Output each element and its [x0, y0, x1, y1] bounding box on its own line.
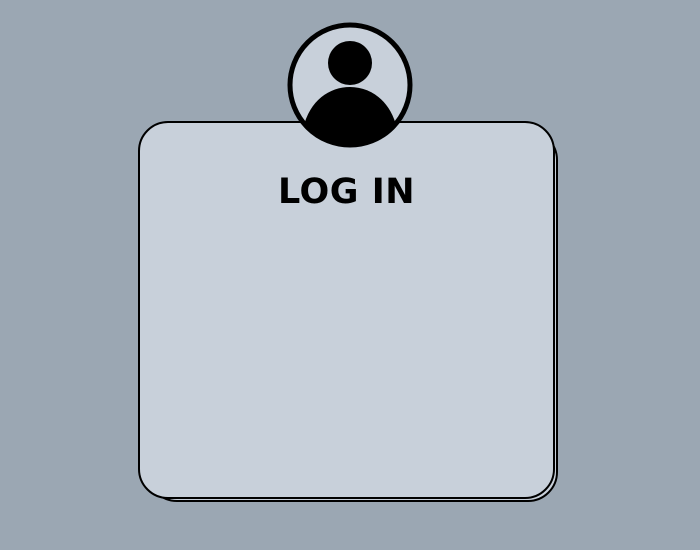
login-screen: LOG IN	[0, 0, 700, 550]
login-card: LOG IN	[138, 121, 555, 499]
user-avatar-graphic	[287, 22, 413, 148]
login-title: LOG IN	[277, 172, 416, 212]
user-head-icon	[328, 41, 372, 85]
user-icon	[287, 22, 413, 148]
